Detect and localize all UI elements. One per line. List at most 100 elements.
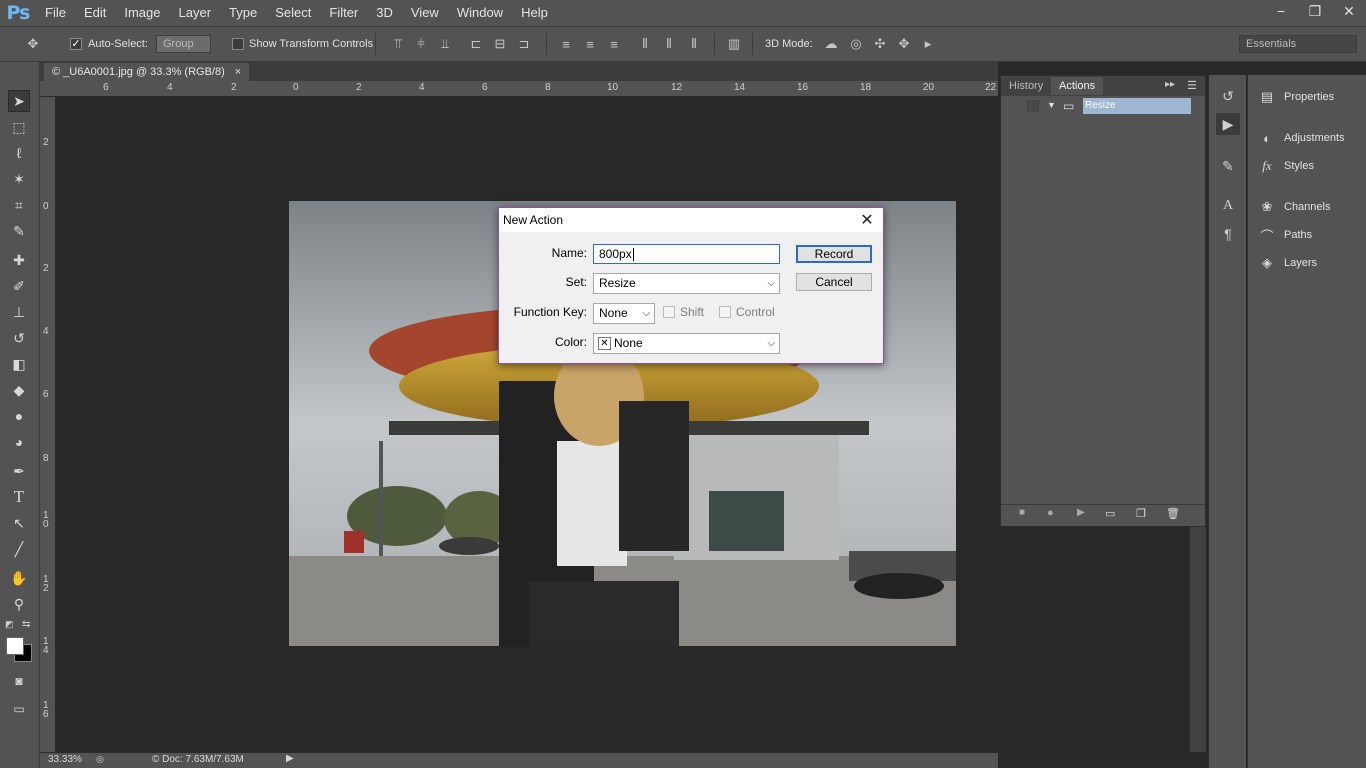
type-tool-icon[interactable]: T xyxy=(8,486,30,508)
marquee-tool-icon[interactable]: ⬚ xyxy=(8,116,30,138)
menu-edit[interactable]: Edit xyxy=(75,0,115,26)
panel-properties[interactable]: ▤ Properties xyxy=(1258,86,1334,108)
stop-icon[interactable]: ■ xyxy=(1019,507,1025,518)
panel-channels[interactable]: ❀ Channels xyxy=(1258,196,1331,218)
distribute-right-icon[interactable]: ⦀ xyxy=(686,36,702,52)
distribute-vcenter-icon[interactable]: ≡ xyxy=(582,36,598,52)
align-hcenter-icon[interactable]: ⊟ xyxy=(492,36,508,52)
close-tab-icon[interactable]: × xyxy=(235,63,241,81)
distribute-left-icon[interactable]: ⦀ xyxy=(637,36,653,52)
show-transform-checkbox[interactable] xyxy=(232,38,244,50)
align-vcenter-icon[interactable]: ⫩ xyxy=(413,36,429,52)
menu-select[interactable]: Select xyxy=(266,0,320,26)
distribute-top-icon[interactable]: ≡ xyxy=(558,36,574,52)
blur-tool-icon[interactable]: ● xyxy=(8,405,30,427)
action-set-row[interactable]: ▼ ▭ Resize xyxy=(1001,97,1191,115)
play-icon[interactable]: ▶ xyxy=(1077,507,1085,518)
zoom-level[interactable]: 33.33% xyxy=(48,754,82,765)
action-set-name[interactable]: Resize xyxy=(1083,98,1191,114)
menu-view[interactable]: View xyxy=(402,0,448,26)
hand-tool-icon[interactable]: ✋ xyxy=(8,567,30,589)
control-checkbox[interactable]: Control xyxy=(719,305,775,319)
healing-brush-icon[interactable]: ✚ xyxy=(8,249,30,271)
workspace-dropdown[interactable]: Essentials xyxy=(1239,35,1357,53)
3d-pan-icon[interactable]: ✣ xyxy=(872,36,888,52)
dialog-close-icon[interactable]: ✕ xyxy=(857,210,877,230)
history-brush-icon[interactable]: ↺ xyxy=(8,327,30,349)
distribute-hcenter-icon[interactable]: ⦀ xyxy=(661,36,677,52)
panel-collapse-icon[interactable]: ▸▸ xyxy=(1165,79,1175,90)
function-key-select[interactable]: None ⌵ xyxy=(593,303,655,324)
auto-select-dropdown[interactable]: Group xyxy=(156,35,211,53)
color-select[interactable]: ✕ None ⌵ xyxy=(593,333,780,354)
align-bottom-icon[interactable]: ⫫ xyxy=(437,36,453,52)
brush-tool-icon[interactable]: ✐ xyxy=(8,275,30,297)
record-button[interactable]: Record xyxy=(796,245,872,263)
tab-history[interactable]: History xyxy=(1001,77,1051,95)
3d-orbit-icon[interactable]: ☁ xyxy=(823,36,839,52)
align-right-icon[interactable]: ⊐ xyxy=(516,36,532,52)
screen-mode-icon[interactable]: ▭ xyxy=(8,698,30,720)
quick-mask-icon[interactable]: ◙ xyxy=(8,670,30,692)
menu-image[interactable]: Image xyxy=(115,0,169,26)
restore-button[interactable]: ❐ xyxy=(1298,0,1332,22)
new-set-icon[interactable]: ▭ xyxy=(1105,507,1115,520)
dodge-tool-icon[interactable]: ◕ xyxy=(8,431,30,453)
delete-icon[interactable]: 🗑 xyxy=(1166,507,1180,520)
menu-file[interactable]: File xyxy=(36,0,75,26)
pen-tool-icon[interactable]: ✒ xyxy=(8,460,30,482)
cancel-button[interactable]: Cancel xyxy=(796,273,872,291)
panel-styles[interactable]: fx Styles xyxy=(1258,155,1314,177)
lasso-tool-icon[interactable]: ℓ xyxy=(8,142,30,164)
history-panel-icon[interactable]: ↺ xyxy=(1216,85,1240,107)
record-icon[interactable]: ● xyxy=(1047,507,1054,519)
eraser-icon[interactable]: ◧ xyxy=(8,353,30,375)
distribute-bottom-icon[interactable]: ≡ xyxy=(606,36,622,52)
character-panel-icon[interactable]: A xyxy=(1216,195,1240,217)
move-tool-preset-icon[interactable]: ✥ xyxy=(22,36,44,52)
expand-triangle-icon[interactable]: ▼ xyxy=(1047,100,1056,110)
status-menu-arrow-icon[interactable]: ▶ xyxy=(286,753,294,764)
set-select[interactable]: Resize ⌵ xyxy=(593,273,780,294)
status-info-icon[interactable]: ◎ xyxy=(96,754,104,765)
close-window-button[interactable]: ✕ xyxy=(1332,0,1366,22)
foreground-color-swatch[interactable] xyxy=(6,637,24,655)
menu-filter[interactable]: Filter xyxy=(320,0,367,26)
menu-3d[interactable]: 3D xyxy=(367,0,402,26)
swap-colors-icon[interactable]: ⇆ xyxy=(22,619,30,630)
tab-actions[interactable]: Actions xyxy=(1051,77,1104,95)
paragraph-panel-icon[interactable]: ¶ xyxy=(1216,223,1240,245)
3d-camera-icon[interactable]: ▸ xyxy=(920,36,936,52)
align-top-icon[interactable]: ⫪ xyxy=(390,36,406,52)
actions-panel-icon[interactable]: ▶ xyxy=(1216,113,1240,135)
panel-adjustments[interactable]: ◐ Adjustments xyxy=(1258,127,1344,149)
zoom-tool-icon[interactable]: ⚲ xyxy=(8,593,30,615)
brush-presets-icon[interactable]: ✎ xyxy=(1216,155,1240,177)
shift-checkbox[interactable]: Shift xyxy=(663,305,704,319)
menu-help[interactable]: Help xyxy=(512,0,557,26)
panel-paths[interactable]: ⌒ Paths xyxy=(1258,224,1312,246)
menu-window[interactable]: Window xyxy=(448,0,512,26)
paint-bucket-icon[interactable]: ◆ xyxy=(8,379,30,401)
magic-wand-icon[interactable]: ✶ xyxy=(8,168,30,190)
eyedropper-icon[interactable]: ✎ xyxy=(8,220,30,242)
action-toggle-checkbox[interactable] xyxy=(1027,100,1039,112)
auto-select-checkbox[interactable] xyxy=(70,38,82,50)
minimize-button[interactable]: − xyxy=(1264,0,1298,22)
auto-align-icon[interactable]: ▥ xyxy=(726,36,742,52)
line-tool-icon[interactable]: ╱ xyxy=(8,538,30,560)
3d-slide-icon[interactable]: ✥ xyxy=(896,36,912,52)
panel-menu-icon[interactable]: ☰ xyxy=(1187,79,1197,92)
default-colors-icon[interactable]: ◩ xyxy=(5,619,14,630)
name-input[interactable]: 800px xyxy=(593,244,780,264)
3d-roll-icon[interactable]: ◎ xyxy=(848,36,864,52)
path-selection-icon[interactable]: ↖ xyxy=(8,512,30,534)
menu-layer[interactable]: Layer xyxy=(170,0,221,26)
document-tab[interactable]: © _U6A0001.jpg @ 33.3% (RGB/8) × xyxy=(44,63,250,81)
clone-stamp-icon[interactable]: ⊥ xyxy=(8,301,30,323)
menu-type[interactable]: Type xyxy=(220,0,266,26)
new-action-icon[interactable]: ❐ xyxy=(1136,507,1146,520)
align-left-icon[interactable]: ⊏ xyxy=(468,36,484,52)
panel-layers[interactable]: ◈ Layers xyxy=(1258,252,1317,274)
move-tool-icon[interactable]: ➤ xyxy=(8,90,30,112)
